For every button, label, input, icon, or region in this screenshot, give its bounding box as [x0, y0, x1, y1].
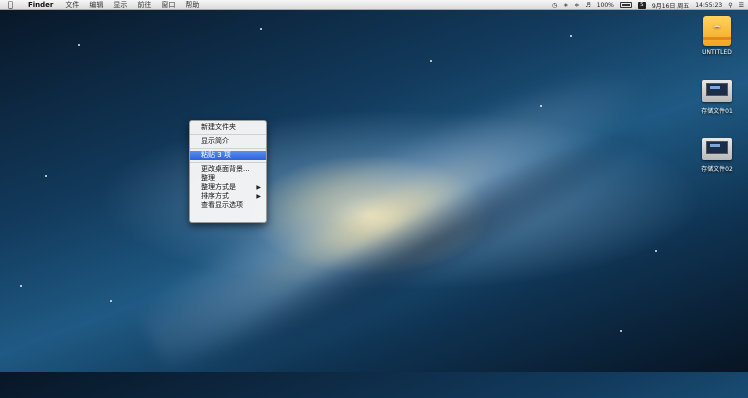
menu-go[interactable]: 前往: [137, 0, 151, 10]
menu-bar:  Finder 文件 编辑 显示 前往 窗口 帮助 ◷ ∗ ≑ ♬ 100% …: [0, 0, 748, 10]
star: [570, 35, 572, 37]
spotlight-icon[interactable]: ⚲: [728, 2, 732, 9]
menu-edit[interactable]: 编辑: [89, 0, 103, 10]
submenu-arrow-icon: ▶: [256, 193, 261, 200]
volume-icon[interactable]: ♬: [585, 2, 590, 9]
menu-item-sort-by[interactable]: 排序方式 ▶: [190, 192, 266, 201]
menu-separator: [190, 162, 266, 163]
submenu-arrow-icon: ▶: [256, 184, 261, 191]
usb-drive-icon: ⌢: [703, 16, 731, 46]
time-machine-icon[interactable]: ◷: [552, 2, 557, 9]
star: [260, 28, 262, 30]
menu-app-name[interactable]: Finder: [28, 1, 53, 9]
menu-clock[interactable]: 14:55:23: [695, 2, 722, 9]
star: [430, 60, 432, 62]
menu-separator: [190, 134, 266, 135]
battery-percent[interactable]: 100%: [597, 2, 614, 9]
menu-item-label: 整理方式是: [201, 183, 236, 191]
bluetooth-icon[interactable]: ∗: [563, 2, 568, 9]
apple-icon[interactable]: : [8, 0, 18, 10]
menu-extras: ◷ ∗ ≑ ♬ 100% S 9月16日 周五 14:55:23 ⚲ ☰: [552, 0, 744, 10]
desktop-icon-storage-01[interactable]: 存储文件01: [687, 80, 747, 115]
menu-item-paste[interactable]: 粘贴 3 项: [190, 151, 266, 160]
star: [78, 44, 80, 46]
star: [540, 105, 542, 107]
input-method-icon[interactable]: S: [637, 1, 646, 9]
desktop-icon-storage-02[interactable]: 存储文件02: [687, 138, 747, 173]
menu-item-view-options[interactable]: 查看显示选项: [190, 201, 266, 210]
desktop-context-menu: 新建文件夹 显示简介 粘贴 3 项 更改桌面背景... 整理 整理方式是 ▶ 排…: [189, 120, 267, 223]
disk-image-icon: [702, 138, 732, 160]
desktop-icon-untitled[interactable]: ⌢ UNTITLED: [687, 16, 747, 56]
menu-item-clean-up-by[interactable]: 整理方式是 ▶: [190, 183, 266, 192]
menu-date[interactable]: 9月16日 周五: [652, 1, 689, 10]
star: [620, 330, 622, 332]
battery-icon[interactable]: [619, 2, 632, 8]
menu-item-new-folder[interactable]: 新建文件夹: [190, 123, 266, 132]
desktop-icon-label: 存储文件02: [701, 166, 733, 173]
menu-help[interactable]: 帮助: [185, 0, 199, 10]
menu-view[interactable]: 显示: [113, 0, 127, 10]
notification-center-icon[interactable]: ☰: [739, 2, 744, 9]
wifi-icon[interactable]: ≑: [574, 2, 579, 9]
menu-item-clean-up[interactable]: 整理: [190, 174, 266, 183]
star: [45, 175, 47, 177]
star: [655, 250, 657, 252]
menu-item-get-info[interactable]: 显示简介: [190, 137, 266, 146]
menu-item-change-background[interactable]: 更改桌面背景...: [190, 165, 266, 174]
desktop-icon-label: 存储文件01: [701, 108, 733, 115]
desktop-icon-label: UNTITLED: [702, 49, 732, 56]
menu-window[interactable]: 窗口: [161, 0, 175, 10]
menu-separator: [190, 148, 266, 149]
disk-image-icon: [702, 80, 732, 102]
menu-file[interactable]: 文件: [65, 0, 79, 10]
menu-item-label: 排序方式: [201, 192, 229, 200]
star: [110, 300, 112, 302]
star: [20, 285, 22, 287]
